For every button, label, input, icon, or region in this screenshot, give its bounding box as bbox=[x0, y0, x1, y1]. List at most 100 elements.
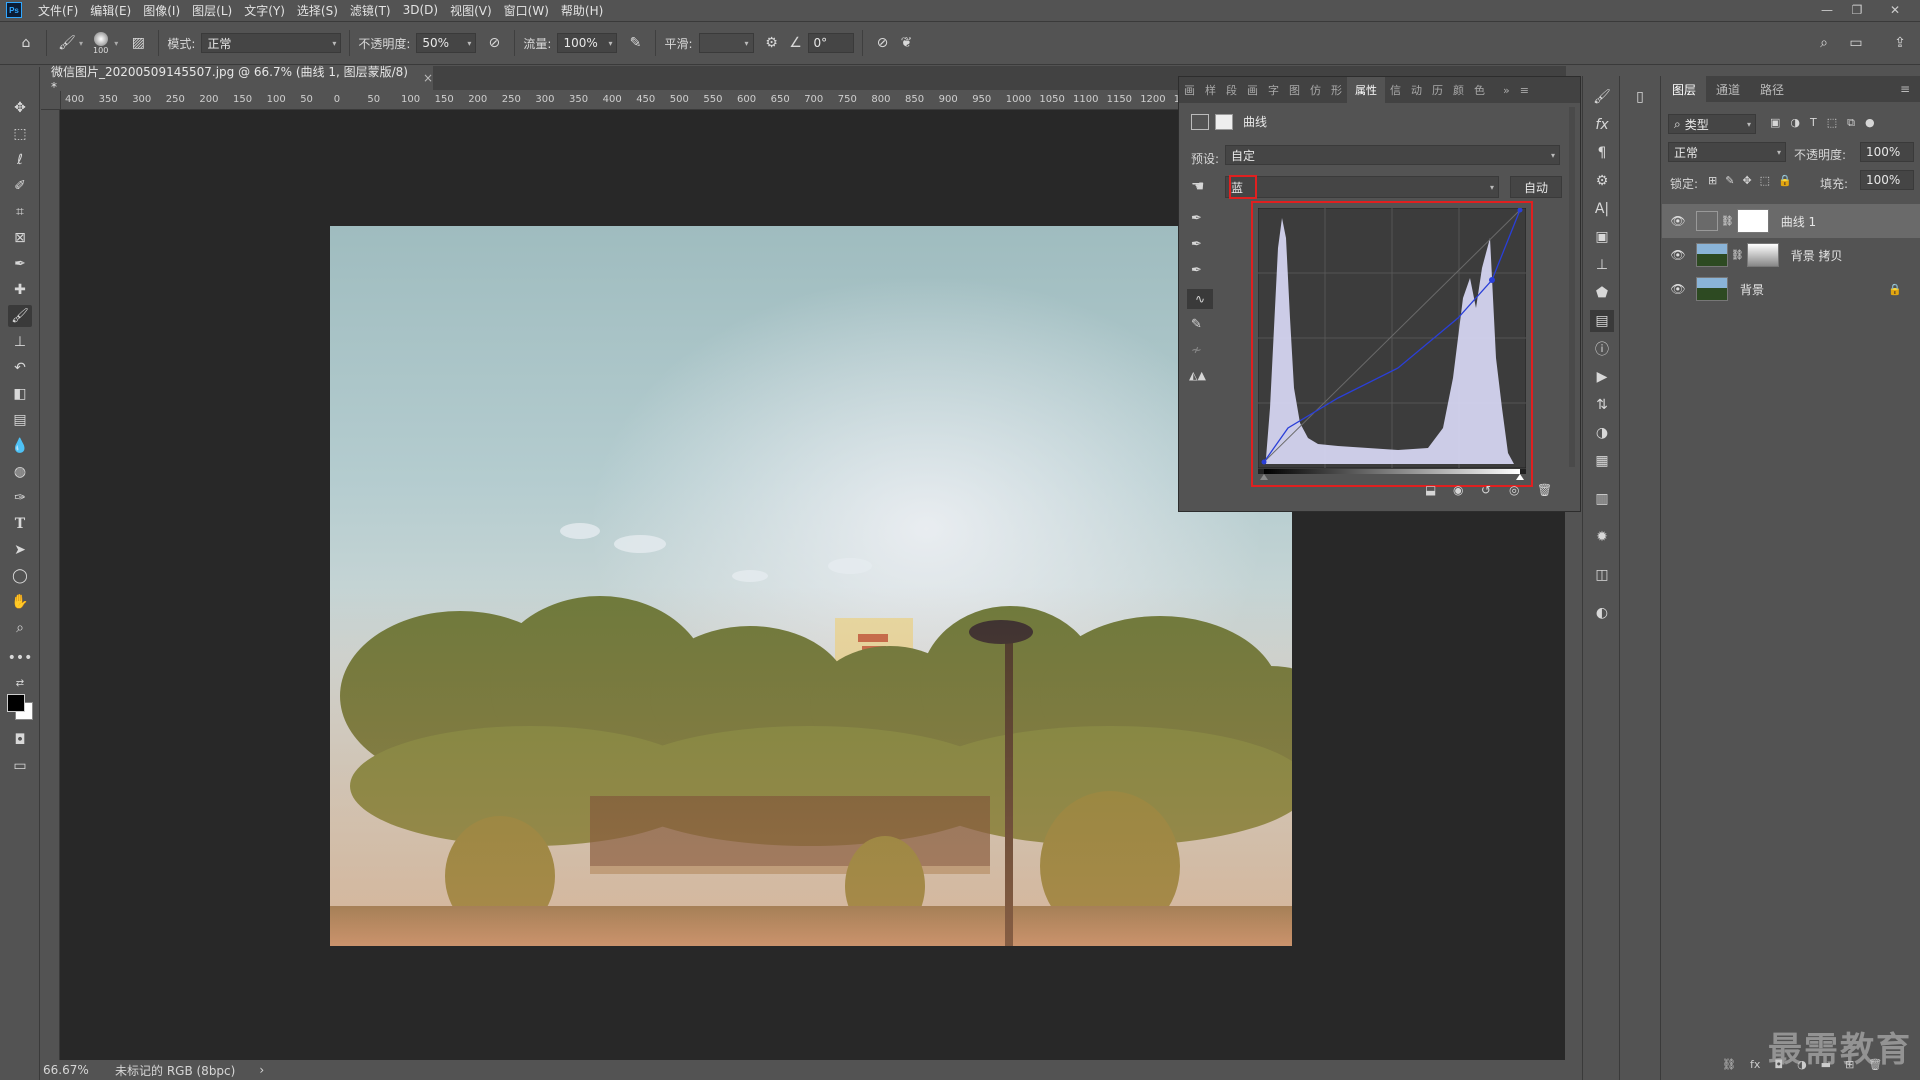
trash-icon[interactable]: 🗑 bbox=[1537, 483, 1552, 497]
filter-type-icon[interactable]: T bbox=[1810, 116, 1817, 130]
quick-mask-icon[interactable]: ◘ bbox=[8, 729, 32, 751]
tab-paragraph[interactable]: 段 bbox=[1221, 82, 1242, 98]
swatches-panel-icon[interactable]: ▦ bbox=[1590, 450, 1614, 472]
path-select-tool-icon[interactable]: ➤ bbox=[8, 539, 32, 561]
clone-source-panel-icon[interactable]: ⊥ bbox=[1590, 254, 1614, 276]
link-icon[interactable]: ⛓ bbox=[1721, 216, 1734, 227]
learn-panel-icon[interactable]: ◫ bbox=[1590, 564, 1614, 586]
link-icon[interactable]: ⛓ bbox=[1731, 250, 1744, 261]
preset-select[interactable]: 自定 ▾ bbox=[1225, 145, 1560, 165]
curve-edit-icon[interactable]: ∿ bbox=[1187, 289, 1213, 309]
tab-clone-source[interactable]: 仿 bbox=[1305, 82, 1326, 98]
character-panel-icon[interactable]: A| bbox=[1590, 198, 1614, 220]
filter-pixel-icon[interactable]: ▣ bbox=[1770, 116, 1780, 130]
history-brush-tool-icon[interactable]: ↶ bbox=[8, 357, 32, 379]
blur-tool-icon[interactable]: 💧 bbox=[8, 435, 32, 457]
view-previous-state-icon[interactable]: ◉ bbox=[1453, 483, 1463, 497]
tab-brush-settings[interactable]: 画 bbox=[1242, 82, 1263, 98]
flow-field[interactable]: 100% ▾ bbox=[557, 33, 618, 53]
more-tools-icon[interactable]: ••• bbox=[8, 647, 33, 669]
tab-swatches[interactable]: 色 bbox=[1469, 82, 1490, 98]
tab-channels[interactable]: 通道 bbox=[1706, 81, 1750, 98]
tab-brush[interactable]: 画 bbox=[1179, 82, 1200, 98]
libraries-panel-icon[interactable]: ▥ bbox=[1590, 488, 1614, 510]
restore-icon[interactable]: ❐ bbox=[1842, 0, 1872, 20]
home-icon[interactable]: ⌂ bbox=[14, 31, 38, 55]
brush-tool-icon[interactable]: 🖌 bbox=[8, 305, 32, 327]
adjustments-panel-icon[interactable]: ✹ bbox=[1590, 526, 1614, 548]
panel-menu-icon[interactable]: ≡ bbox=[1515, 84, 1534, 97]
panel-scrollbar[interactable] bbox=[1569, 107, 1575, 467]
blend-mode-select[interactable]: 正常 ▾ bbox=[1668, 142, 1786, 162]
menu-window[interactable]: 窗口(W) bbox=[498, 2, 555, 19]
angle-field[interactable]: 0° bbox=[807, 33, 854, 53]
tab-history[interactable]: 历 bbox=[1427, 82, 1448, 98]
eye-icon[interactable]: 👁 bbox=[1668, 248, 1688, 262]
visibility-eye-icon[interactable]: ◎ bbox=[1509, 483, 1519, 497]
tab-layers[interactable]: 图层 bbox=[1662, 76, 1707, 102]
type-tool-icon[interactable]: T bbox=[8, 513, 32, 535]
document-tab[interactable]: 微信图片_20200509145507.jpg @ 66.7% (曲线 1, 图… bbox=[41, 65, 433, 94]
gear-icon[interactable]: ⚙ bbox=[760, 31, 784, 55]
move-tool-icon[interactable]: ✥ bbox=[8, 97, 32, 119]
white-point-slider[interactable] bbox=[1516, 474, 1524, 480]
zoom-level[interactable]: 66.67% bbox=[43, 1063, 107, 1077]
status-menu-arrow-icon[interactable]: › bbox=[259, 1063, 264, 1077]
crop-tool-icon[interactable]: ⌗ bbox=[8, 201, 32, 223]
tab-character[interactable]: 字 bbox=[1263, 82, 1284, 98]
opacity-field[interactable]: 50% ▾ bbox=[416, 33, 477, 53]
lasso-tool-icon[interactable]: ℓ bbox=[8, 149, 32, 171]
targeted-adjust-icon[interactable]: ☚ bbox=[1191, 177, 1204, 195]
layer-row-background[interactable]: 👁 背景 🔒 bbox=[1662, 272, 1920, 306]
zoom-tool-icon[interactable]: ⌕ bbox=[8, 617, 32, 639]
menu-layer[interactable]: 图层(L) bbox=[186, 2, 238, 19]
eye-icon[interactable]: 👁 bbox=[1668, 282, 1688, 296]
panel-menu-icon[interactable]: ≡ bbox=[1890, 82, 1920, 96]
black-point-eyedropper-icon[interactable]: ✒ bbox=[1191, 211, 1202, 226]
glyphs-panel-icon[interactable]: ▣ bbox=[1590, 226, 1614, 248]
brush-settings-icon[interactable]: ▨ bbox=[126, 31, 150, 55]
screen-mode-icon[interactable]: ▭ bbox=[8, 755, 32, 777]
chevron-down-icon[interactable]: ▾ bbox=[114, 39, 118, 48]
tab-shapes[interactable]: 形 bbox=[1326, 82, 1347, 98]
eye-icon[interactable]: 👁 bbox=[1668, 214, 1688, 228]
lock-pixels-icon[interactable]: ✎ bbox=[1725, 174, 1734, 187]
layer-filter-select[interactable]: ⌕ 类型 ▾ bbox=[1668, 114, 1756, 134]
tab-paths[interactable]: 路径 bbox=[1750, 81, 1794, 98]
reset-icon[interactable]: ↺ bbox=[1481, 483, 1491, 497]
menu-file[interactable]: 文件(F) bbox=[32, 2, 84, 19]
close-icon[interactable]: × bbox=[423, 71, 433, 85]
quick-select-tool-icon[interactable]: ✐ bbox=[8, 175, 32, 197]
eraser-tool-icon[interactable]: ◧ bbox=[8, 383, 32, 405]
actions-panel-icon[interactable]: ▶ bbox=[1590, 366, 1614, 388]
smooth-curve-icon[interactable]: ≁ bbox=[1191, 343, 1202, 358]
filter-shape-icon[interactable]: ⬚ bbox=[1827, 116, 1837, 130]
lock-transparent-icon[interactable]: ⊞ bbox=[1708, 174, 1717, 187]
lock-all-icon[interactable]: 🔒 bbox=[1778, 174, 1792, 187]
layer-style-icon[interactable]: fx bbox=[1750, 1058, 1760, 1071]
curve-control-point[interactable] bbox=[1489, 277, 1495, 283]
info-panel-icon[interactable]: ⓘ bbox=[1590, 338, 1614, 360]
pressure-size-icon[interactable]: ⊘ bbox=[871, 31, 895, 55]
layer-mask-icon[interactable] bbox=[1215, 113, 1233, 130]
shapes-panel-icon[interactable]: ⬟ bbox=[1590, 282, 1614, 304]
symmetry-icon[interactable]: ❦ bbox=[895, 31, 919, 55]
styles-panel-icon[interactable]: fx bbox=[1590, 114, 1614, 136]
tab-actions[interactable]: 动 bbox=[1406, 82, 1427, 98]
clipping-warning-icon[interactable]: ◭▲ bbox=[1189, 369, 1206, 382]
curve-endpoint[interactable] bbox=[1261, 459, 1267, 465]
brush-panel-icon[interactable]: 🖌 bbox=[1590, 86, 1614, 108]
lock-position-icon[interactable]: ✥ bbox=[1742, 174, 1751, 187]
hand-tool-icon[interactable]: ✋ bbox=[8, 591, 32, 613]
menu-view[interactable]: 视图(V) bbox=[444, 2, 498, 19]
layer-opacity-field[interactable]: 100% bbox=[1860, 142, 1914, 162]
airbrush-icon[interactable]: ✎ bbox=[623, 31, 647, 55]
pen-tool-icon[interactable]: ✑ bbox=[8, 487, 32, 509]
channel-select[interactable]: 蓝 ▾ bbox=[1225, 176, 1499, 198]
eyedropper-tool-icon[interactable]: ✒ bbox=[8, 253, 32, 275]
collapsed-panel-icon[interactable]: ▯ bbox=[1628, 86, 1652, 108]
paragraph-panel-icon[interactable]: ¶ bbox=[1590, 142, 1614, 164]
gradient-tool-icon[interactable]: ▤ bbox=[8, 409, 32, 431]
brush-preset-icon[interactable]: 🖌 bbox=[55, 31, 79, 55]
vertical-ruler[interactable] bbox=[41, 110, 60, 1060]
